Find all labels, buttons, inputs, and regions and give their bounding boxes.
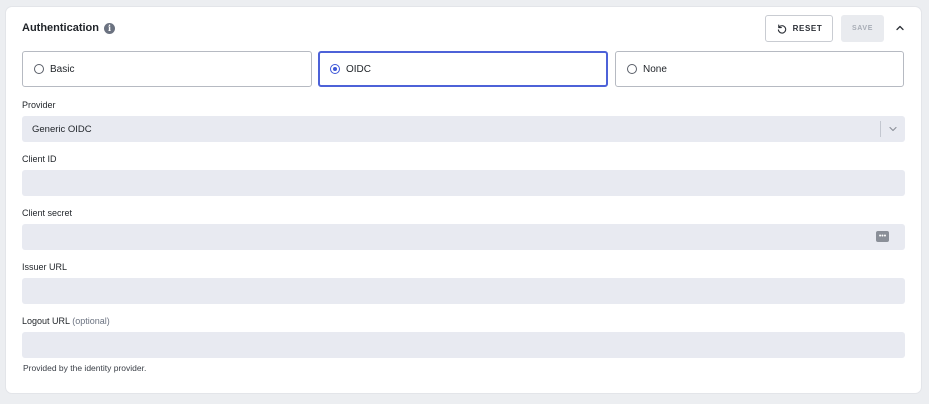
auth-option-none[interactable]: None <box>615 51 904 87</box>
section-title: Authentication <box>22 22 99 34</box>
radio-oidc[interactable] <box>330 64 340 74</box>
undo-icon <box>777 24 786 34</box>
logout-url-label-text: Logout URL <box>22 316 70 326</box>
info-icon[interactable]: i <box>104 23 115 34</box>
provider-value: Generic OIDC <box>32 123 92 135</box>
reset-button[interactable]: RESET <box>765 15 833 42</box>
client-secret-input[interactable]: ••• <box>22 224 905 250</box>
client-id-label: Client ID <box>22 154 57 164</box>
logout-url-help-text: Provided by the identity provider. <box>23 363 147 373</box>
radio-none[interactable] <box>627 64 637 74</box>
authentication-card: Authentication i RESET SAVE Basic OIDC N… <box>6 7 921 393</box>
auth-option-label: OIDC <box>346 63 371 75</box>
issuer-url-label: Issuer URL <box>22 262 68 272</box>
provider-select[interactable]: Generic OIDC <box>22 116 905 142</box>
issuer-url-input[interactable] <box>22 278 905 304</box>
save-button[interactable]: SAVE <box>841 15 884 42</box>
chevron-down-icon <box>889 126 897 132</box>
provider-label: Provider <box>22 100 56 110</box>
password-dots-icon[interactable]: ••• <box>876 231 889 242</box>
save-label: SAVE <box>852 25 873 32</box>
logout-url-label: Logout URL (optional) <box>22 316 110 327</box>
client-id-input[interactable] <box>22 170 905 196</box>
auth-option-label: None <box>643 63 667 75</box>
auth-type-options: Basic OIDC None <box>22 51 904 87</box>
radio-basic[interactable] <box>34 64 44 74</box>
card-header: Authentication i RESET SAVE <box>6 7 921 49</box>
auth-option-oidc[interactable]: OIDC <box>318 51 608 87</box>
select-divider <box>880 121 881 137</box>
optional-tag: (optional) <box>72 316 110 326</box>
chevron-up-icon <box>896 25 904 31</box>
logout-url-input[interactable] <box>22 332 905 358</box>
collapse-button[interactable] <box>893 21 907 35</box>
auth-option-basic[interactable]: Basic <box>22 51 312 87</box>
auth-option-label: Basic <box>50 63 75 75</box>
client-secret-label: Client secret <box>22 208 73 218</box>
reset-label: RESET <box>792 24 823 33</box>
